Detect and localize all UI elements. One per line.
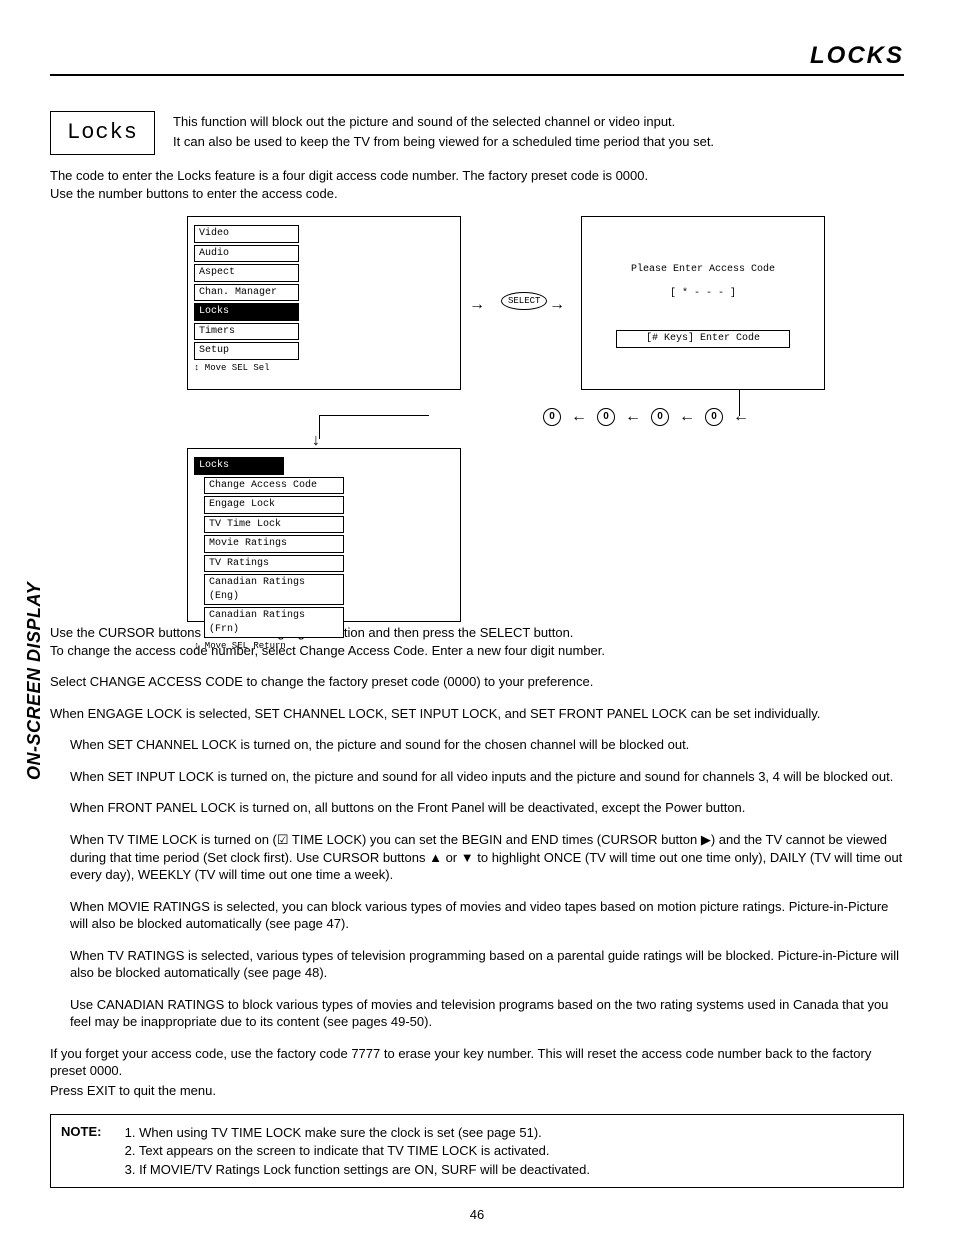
tv-ratings-paragraph: When TV RATINGS is selected, various typ…: [70, 947, 904, 982]
osd-locks-submenu: Locks Change Access Code Engage Lock TV …: [187, 448, 461, 622]
arrow-right-icon: [549, 294, 565, 316]
cursor-instruction: Use the CURSOR buttons or to highlight f…: [50, 624, 904, 659]
exit-paragraph: Press EXIT to quit the menu.: [50, 1082, 904, 1100]
forget-code-paragraph: If you forget your access code, use the …: [50, 1045, 904, 1080]
flow-diagram: Video Audio Aspect Chan. Manager Locks T…: [87, 216, 867, 616]
digit-row: 0 0 0 0: [319, 406, 749, 428]
note-list: 1. When using TV TIME LOCK make sure the…: [125, 1123, 590, 1180]
osd-item: Setup: [194, 342, 299, 360]
osd-item: TV Ratings: [204, 555, 344, 573]
osd-item-selected: Locks: [194, 303, 299, 321]
engage-lock-paragraph: When ENGAGE LOCK is selected, SET CHANNE…: [50, 705, 904, 723]
arrow-left-icon: [625, 406, 641, 428]
access-code-paragraph: The code to enter the Locks feature is a…: [50, 167, 904, 202]
arrow-left-icon: [679, 406, 695, 428]
note-label: NOTE:: [61, 1123, 121, 1141]
side-tab-label: ON-SCREEN DISPLAY: [22, 582, 46, 780]
osd-item: Aspect: [194, 264, 299, 282]
access-code-hint: [# Keys] Enter Code: [616, 330, 790, 348]
osd-item: Canadian Ratings (Eng): [204, 574, 344, 605]
zero-button: 0: [543, 408, 561, 426]
movie-ratings-paragraph: When MOVIE RATINGS is selected, you can …: [70, 898, 904, 933]
arrow-left-icon: [571, 406, 587, 428]
osd-item: Timers: [194, 323, 299, 341]
osd-submenu-title: Locks: [194, 457, 284, 475]
zero-button: 0: [705, 408, 723, 426]
input-lock-paragraph: When SET INPUT LOCK is turned on, the pi…: [70, 768, 904, 786]
section-title: Locks: [50, 111, 155, 155]
osd-item: Audio: [194, 245, 299, 263]
osd-item: Engage Lock: [204, 496, 344, 514]
osd-item: Change Access Code: [204, 477, 344, 495]
osd-item: TV Time Lock: [204, 516, 344, 534]
note-item: 1. When using TV TIME LOCK make sure the…: [125, 1124, 590, 1142]
down-triangle-icon: [461, 850, 474, 865]
intro-line-1: This function will block out the picture…: [173, 113, 714, 131]
osd-item: Movie Ratings: [204, 535, 344, 553]
osd-item: Video: [194, 225, 299, 243]
right-triangle-icon: [701, 832, 711, 847]
section-heading-row: Locks This function will block out the p…: [50, 111, 904, 155]
change-code-paragraph: Select CHANGE ACCESS CODE to change the …: [50, 673, 904, 691]
osd-item: Chan. Manager: [194, 284, 299, 302]
arrow-left-icon: [733, 406, 749, 428]
note-item: 2. Text appears on the screen to indicat…: [125, 1142, 590, 1160]
osd-access-code: Please Enter Access Code [ * - - - ] [# …: [581, 216, 825, 390]
note-box: NOTE: 1. When using TV TIME LOCK make su…: [50, 1114, 904, 1189]
note-item: 3. If MOVIE/TV Ratings Lock function set…: [125, 1161, 590, 1179]
channel-lock-paragraph: When SET CHANNEL LOCK is turned on, the …: [70, 736, 904, 754]
osd-hint: ↕ Move SEL Sel: [194, 362, 454, 374]
osd-item: Canadian Ratings (Frn): [204, 607, 344, 638]
access-code-mask: [ * - - - ]: [588, 287, 818, 301]
checkbox-icon: [277, 832, 289, 847]
connector-line: [319, 415, 429, 416]
intro-line-2: It can also be used to keep the TV from …: [173, 133, 714, 151]
osd-hint: ↕ Move SEL Return: [194, 640, 454, 652]
canadian-ratings-paragraph: Use CANADIAN RATINGS to block various ty…: [70, 996, 904, 1031]
page-header: LOCKS: [50, 40, 904, 76]
access-code-prompt: Please Enter Access Code: [588, 263, 818, 277]
zero-button: 0: [651, 408, 669, 426]
page-number: 46: [50, 1206, 904, 1224]
tv-time-lock-paragraph: When TV TIME LOCK is turned on ( TIME LO…: [70, 831, 904, 884]
front-panel-paragraph: When FRONT PANEL LOCK is turned on, all …: [70, 799, 904, 817]
arrow-right-icon: [469, 294, 485, 316]
zero-button: 0: [597, 408, 615, 426]
up-triangle-icon: [429, 850, 442, 865]
osd-main-menu: Video Audio Aspect Chan. Manager Locks T…: [187, 216, 461, 390]
select-button: SELECT: [501, 292, 547, 310]
